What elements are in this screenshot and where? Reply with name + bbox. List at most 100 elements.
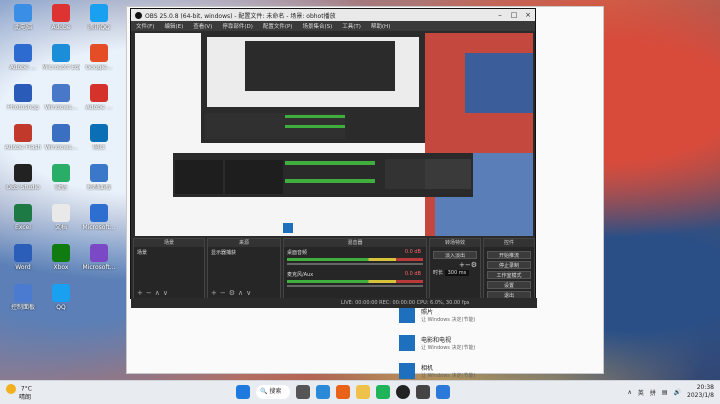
obs-taskbar-icon[interactable] bbox=[396, 385, 410, 399]
desktop-icon[interactable]: Adobe Flash bbox=[4, 124, 42, 151]
app-icon bbox=[14, 244, 32, 262]
desktop-icon[interactable]: 腾讯QQ bbox=[80, 4, 118, 31]
desktop-icon-label: 文档 bbox=[54, 224, 67, 231]
desktop-icon[interactable]: Windows... bbox=[42, 84, 80, 111]
network-icon[interactable]: ▤ bbox=[662, 389, 668, 396]
desktop-icon[interactable]: Windows... bbox=[42, 124, 80, 151]
desktop-icon[interactable]: 文档 bbox=[42, 204, 80, 231]
desktop-icon[interactable]: 此电脑 bbox=[4, 4, 42, 31]
list-item[interactable]: 电影和电视 让 Windows 决定(节能) bbox=[399, 331, 599, 355]
desktop-icon-label: QQ bbox=[56, 304, 66, 311]
desktop-icon[interactable]: Adobe ... bbox=[80, 84, 118, 111]
weather-widget[interactable]: 7°C 晴朗 bbox=[6, 384, 32, 402]
app-icon bbox=[52, 284, 70, 302]
sources-dock: 来源 显示器捕获 +−⚙∧∨ bbox=[207, 238, 281, 300]
preview-canvas[interactable] bbox=[135, 33, 533, 236]
volume-slider[interactable] bbox=[287, 263, 423, 265]
settings-button[interactable]: 设置 bbox=[487, 281, 531, 289]
start-streaming-button[interactable]: 开始推流 bbox=[487, 251, 531, 259]
system-tray: ∧ 英 拼 ▤ 🔊 20:38 2023/1/8 bbox=[627, 384, 714, 400]
sun-icon bbox=[6, 384, 16, 394]
app-icon bbox=[52, 164, 70, 182]
start-icon[interactable] bbox=[236, 385, 250, 399]
menu-item[interactable]: 配置文件(P) bbox=[258, 22, 298, 30]
app-icon[interactable] bbox=[416, 385, 430, 399]
desktop-icon[interactable]: 控制面板 bbox=[4, 284, 42, 311]
chevron-up-icon[interactable]: ∧ bbox=[627, 389, 631, 396]
volume-slider[interactable] bbox=[287, 285, 423, 287]
desktop-icon[interactable]: Microsoft... bbox=[80, 204, 118, 231]
app-icon bbox=[52, 44, 70, 62]
desktop-icon-label: Microsoft Edge bbox=[42, 64, 80, 71]
scene-controls[interactable]: +−∧∨ bbox=[137, 289, 171, 297]
studio-mode-button[interactable]: 工作室模式 bbox=[487, 271, 531, 279]
source-controls[interactable]: +−⚙∧∨ bbox=[211, 289, 254, 297]
app-icon bbox=[14, 4, 32, 22]
wechat-icon[interactable] bbox=[376, 385, 390, 399]
volume-icon[interactable]: 🔊 bbox=[674, 389, 681, 396]
edge-icon[interactable] bbox=[316, 385, 330, 399]
scene-item[interactable]: 场景 bbox=[137, 249, 201, 256]
minimize-icon[interactable]: – bbox=[493, 11, 507, 19]
desktop-icon-label: Microsoft... bbox=[82, 264, 116, 271]
desktop-icon[interactable]: OBS Studio bbox=[4, 164, 42, 191]
folder-icon[interactable] bbox=[356, 385, 370, 399]
menu-item[interactable]: 帮助(H) bbox=[366, 22, 395, 30]
app-icon bbox=[90, 124, 108, 142]
camera-icon bbox=[399, 363, 415, 379]
source-item[interactable]: 显示器捕获 bbox=[211, 249, 277, 256]
close-icon[interactable]: × bbox=[521, 11, 535, 19]
menu-item[interactable]: 编辑(E) bbox=[159, 22, 188, 30]
stop-recording-button[interactable]: 停止录制 bbox=[487, 261, 531, 269]
desktop-icon[interactable]: 网页 bbox=[80, 124, 118, 151]
photos-icon bbox=[399, 307, 415, 323]
ime-mode[interactable]: 拼 bbox=[650, 388, 656, 397]
app-icon bbox=[90, 84, 108, 102]
task-view-icon[interactable] bbox=[296, 385, 310, 399]
desktop-icon[interactable]: Google... bbox=[80, 44, 118, 71]
desktop-icon[interactable]: Adobe ... bbox=[4, 44, 42, 71]
app-icon bbox=[14, 204, 32, 222]
desktop-icon[interactable]: 控制面板 bbox=[80, 164, 118, 191]
clock[interactable]: 20:38 2023/1/8 bbox=[687, 384, 714, 400]
add-remove-transition[interactable]: +−⚙ bbox=[433, 261, 477, 269]
app-icon[interactable] bbox=[436, 385, 450, 399]
desktop-icon[interactable]: Microsoft Edge bbox=[42, 44, 80, 71]
menu-item[interactable]: 查看(V) bbox=[188, 22, 217, 30]
desktop-icon-label: Adobe ... bbox=[9, 64, 37, 71]
desktop-icon-label: Adobe Flash bbox=[4, 144, 42, 151]
desktop-icon[interactable]: Adobe bbox=[42, 4, 80, 31]
menu-item[interactable]: 场景集合(S) bbox=[297, 22, 337, 30]
obs-titlebar: OBS 25.0.8 (64-bit, windows) - 配置文件: 未命名… bbox=[131, 9, 535, 21]
status-bar: LIVE: 00:00:00 REC: 00:00:00 CPU: 6.0%, … bbox=[131, 298, 537, 308]
menu-item[interactable]: 工具(T) bbox=[337, 22, 366, 30]
desktop-icon[interactable]: Word bbox=[4, 244, 42, 271]
desktop-icon[interactable]: QQ bbox=[42, 284, 80, 311]
ime-indicator[interactable]: 英 bbox=[638, 388, 644, 397]
maximize-icon[interactable]: □ bbox=[507, 11, 521, 19]
menu-item[interactable]: 停靠部件(D) bbox=[217, 22, 258, 30]
desktop-icon-label: Xbox bbox=[53, 264, 69, 271]
app-icon bbox=[14, 44, 32, 62]
app-icon bbox=[14, 284, 32, 302]
duration-field[interactable]: 300 ms bbox=[444, 270, 470, 276]
desktop-icon-label: Photoshop bbox=[7, 104, 39, 111]
mixer-channel: 桌面音频 0.0 dB bbox=[287, 249, 423, 265]
app-icon bbox=[90, 244, 108, 262]
desktop-icon[interactable]: Microsoft... bbox=[80, 244, 118, 271]
desktop-icon[interactable]: Excel bbox=[4, 204, 42, 231]
recursive-preview-image bbox=[135, 33, 533, 236]
controls-dock: 控件 开始推流 停止录制 工作室模式 设置 退出 bbox=[483, 238, 535, 300]
obs-logo-icon bbox=[135, 11, 142, 19]
search-box[interactable]: 🔍 搜索 bbox=[256, 385, 290, 399]
transitions-dock: 转场特效 淡入淡出 +−⚙ 时长 300 ms bbox=[429, 238, 481, 300]
desktop-icon[interactable]: Xbox bbox=[42, 244, 80, 271]
menu-item[interactable]: 文件(F) bbox=[131, 22, 159, 30]
desktop-icon[interactable]: Photoshop bbox=[4, 84, 42, 111]
desktop-icon-label: OBS Studio bbox=[6, 184, 40, 191]
transition-select[interactable]: 淡入淡出 bbox=[433, 251, 477, 259]
desktop-icon[interactable]: 微信 bbox=[42, 164, 80, 191]
mi-icon[interactable] bbox=[336, 385, 350, 399]
obs-window: OBS 25.0.8 (64-bit, windows) - 配置文件: 未命名… bbox=[130, 8, 537, 308]
mixer-dock: 混音器 桌面音频 0.0 dB 麦克风/Aux 0.0 dB bbox=[283, 238, 427, 300]
